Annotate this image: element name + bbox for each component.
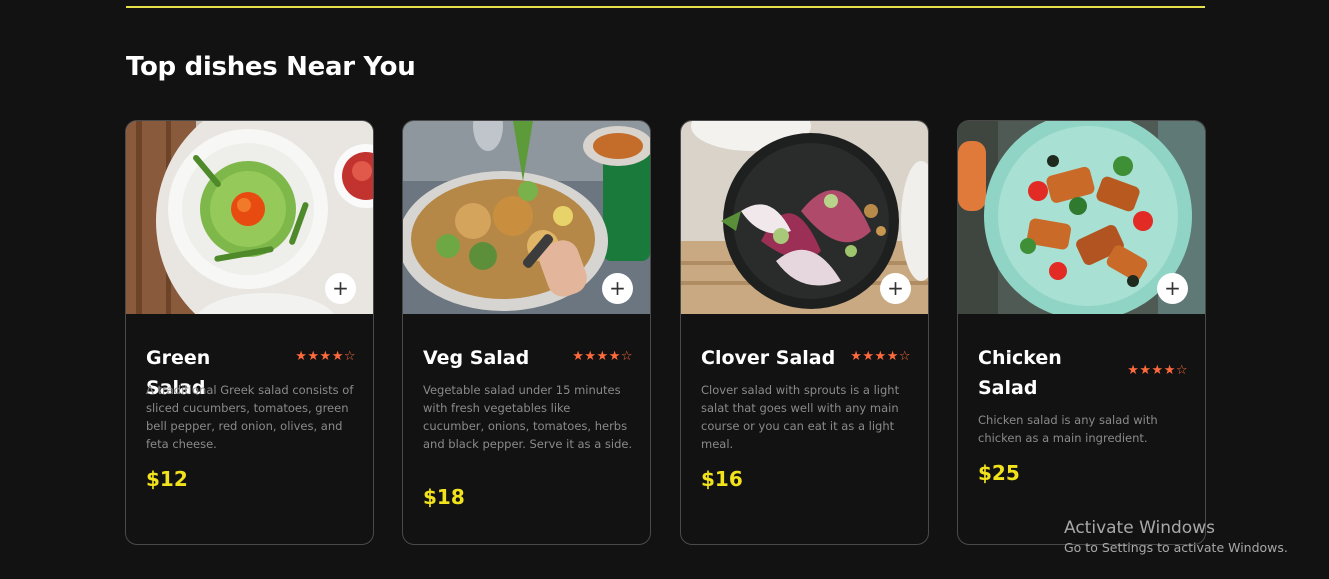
- star-filled-icon: ★: [584, 349, 597, 364]
- star-filled-icon: ★: [295, 349, 308, 364]
- star-filled-icon: ★: [862, 349, 875, 364]
- star-filled-icon: ★: [307, 349, 320, 364]
- dish-card[interactable]: + Chicken Salad ★★★★☆ Chicken salad is a…: [957, 120, 1206, 545]
- dish-description: Chicken salad is any salad with chicken …: [978, 413, 1158, 445]
- dish-cards-grid: + Green Salad ★★★★☆ A traditional Greek …: [125, 120, 1207, 546]
- add-to-cart-button[interactable]: +: [880, 273, 911, 304]
- star-filled-icon: ★: [1151, 363, 1164, 378]
- add-to-cart-button[interactable]: +: [602, 273, 633, 304]
- star-filled-icon: ★: [1127, 363, 1140, 378]
- rating-stars: ★★★★☆: [1127, 363, 1188, 378]
- dish-name: Clover Salad: [701, 347, 836, 369]
- star-empty-icon: ☆: [1175, 363, 1188, 378]
- dish-price: $25: [978, 461, 1020, 485]
- dish-price: $16: [701, 467, 743, 491]
- star-filled-icon: ★: [319, 349, 332, 364]
- dish-image: +: [403, 121, 650, 314]
- rating-stars: ★★★★☆: [295, 349, 356, 364]
- dish-image: +: [126, 121, 373, 314]
- dish-image: +: [958, 121, 1205, 314]
- add-to-cart-button[interactable]: +: [325, 273, 356, 304]
- dish-card-header: Veg Salad ★★★★☆: [423, 343, 633, 373]
- watermark-title: Activate Windows: [1064, 518, 1215, 538]
- activate-windows-watermark: Activate Windows Go to Settings to activ…: [1064, 517, 1288, 557]
- dish-name: Chicken Salad: [978, 347, 1062, 399]
- dish-card-header: Chicken Salad ★★★★☆: [978, 343, 1188, 403]
- star-filled-icon: ★: [596, 349, 609, 364]
- rating-stars: ★★★★☆: [572, 349, 633, 364]
- star-empty-icon: ☆: [620, 349, 633, 364]
- dish-price: $12: [146, 467, 188, 491]
- dish-card-header: Clover Salad ★★★★☆: [701, 343, 911, 373]
- dish-card[interactable]: + Clover Salad ★★★★☆ Clover salad with s…: [680, 120, 929, 545]
- dish-description: Vegetable salad under 15 minutes with fr…: [423, 383, 633, 451]
- watermark-subtitle: Go to Settings to activate Windows.: [1064, 540, 1288, 555]
- dish-image: +: [681, 121, 928, 314]
- dish-card[interactable]: + Veg Salad ★★★★☆ Vegetable salad under …: [402, 120, 651, 545]
- star-filled-icon: ★: [850, 349, 863, 364]
- star-filled-icon: ★: [1163, 363, 1176, 378]
- dish-description: Clover salad with sprouts is a light sal…: [701, 383, 900, 451]
- star-filled-icon: ★: [608, 349, 621, 364]
- star-filled-icon: ★: [886, 349, 899, 364]
- section-top-divider: [126, 6, 1205, 8]
- star-filled-icon: ★: [874, 349, 887, 364]
- dish-description: A traditional Greek salad consists of sl…: [146, 383, 354, 451]
- dish-name: Veg Salad: [423, 347, 530, 369]
- star-filled-icon: ★: [1139, 363, 1152, 378]
- rating-stars: ★★★★☆: [850, 349, 911, 364]
- dish-card[interactable]: + Green Salad ★★★★☆ A traditional Greek …: [125, 120, 374, 545]
- section-title: Top dishes Near You: [126, 52, 416, 82]
- star-filled-icon: ★: [572, 349, 585, 364]
- star-empty-icon: ☆: [343, 349, 356, 364]
- star-filled-icon: ★: [331, 349, 344, 364]
- star-empty-icon: ☆: [898, 349, 911, 364]
- dish-price: $18: [423, 485, 465, 509]
- add-to-cart-button[interactable]: +: [1157, 273, 1188, 304]
